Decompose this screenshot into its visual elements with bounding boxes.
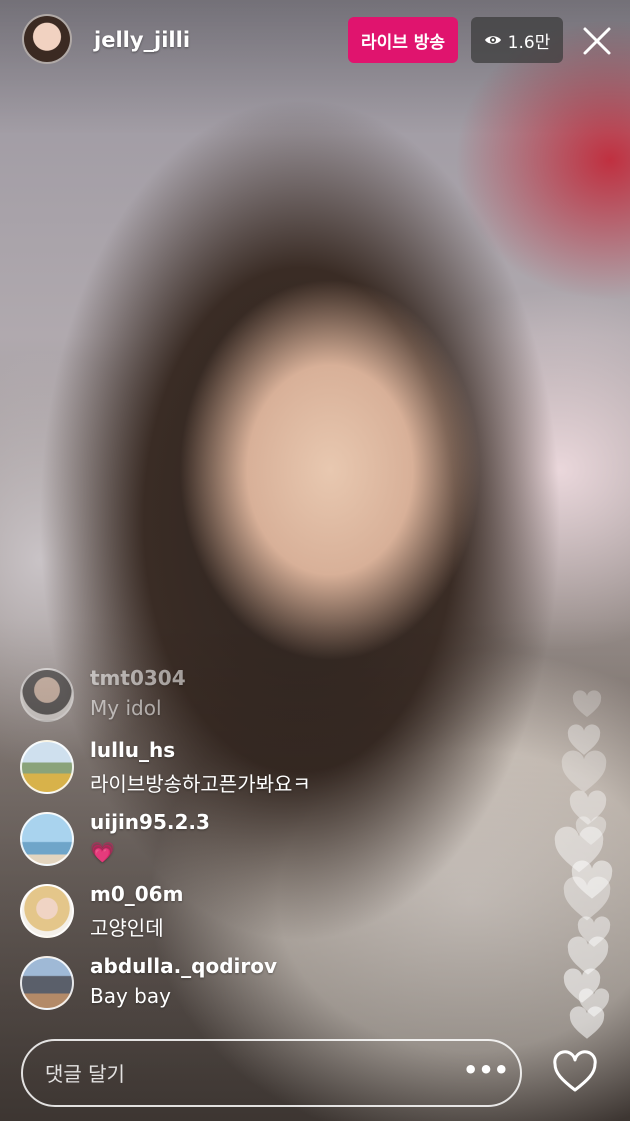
comment-feed: tmt0304 My idol lullu_hs 라이브방송하고픈가봐요ㅋ ui… bbox=[20, 664, 540, 1024]
commenter-username[interactable]: m0_06m bbox=[90, 882, 183, 906]
comment-text: 고양인데 bbox=[90, 916, 164, 940]
floating-hearts bbox=[548, 690, 628, 1050]
commenter-avatar[interactable] bbox=[20, 884, 74, 938]
commenter-username[interactable]: tmt0304 bbox=[90, 666, 186, 690]
comment-item: lullu_hs 라이브방송하고픈가봐요ㅋ bbox=[20, 736, 540, 808]
heart-icon[interactable] bbox=[552, 1050, 598, 1094]
commenter-username[interactable]: lullu_hs bbox=[90, 738, 175, 762]
commenter-avatar[interactable] bbox=[20, 812, 74, 866]
comment-text: My idol bbox=[90, 696, 162, 720]
comment-text: Bay bay bbox=[90, 984, 171, 1008]
viewer-count: 1.6만 bbox=[507, 32, 551, 53]
host-avatar[interactable] bbox=[22, 14, 72, 64]
comment-text: 💗 bbox=[90, 840, 115, 864]
close-icon[interactable] bbox=[578, 22, 616, 60]
commenter-username[interactable]: abdulla._qodirov bbox=[90, 954, 277, 978]
comment-item: m0_06m 고양인데 bbox=[20, 880, 540, 952]
comment-text: 라이브방송하고픈가봐요ㅋ bbox=[90, 772, 311, 796]
floating-heart-icon bbox=[572, 690, 602, 717]
eye-icon bbox=[484, 36, 501, 44]
comment-item: uijin95.2.3 💗 bbox=[20, 808, 540, 880]
live-badge: 라이브 방송 bbox=[348, 17, 458, 63]
commenter-avatar[interactable] bbox=[20, 740, 74, 794]
host-username[interactable]: jelly_jilli bbox=[94, 28, 190, 52]
comment-input[interactable] bbox=[43, 1041, 447, 1107]
commenter-username[interactable]: uijin95.2.3 bbox=[90, 810, 210, 834]
viewer-count-badge[interactable]: 1.6만 bbox=[471, 17, 563, 63]
comment-input-container[interactable]: ••• bbox=[21, 1039, 522, 1107]
floating-heart-icon bbox=[569, 1006, 605, 1039]
commenter-avatar[interactable] bbox=[20, 956, 74, 1010]
comment-item: tmt0304 My idol bbox=[20, 664, 540, 736]
more-options-button[interactable]: ••• bbox=[463, 1058, 509, 1087]
live-badge-label: 라이브 방송 bbox=[360, 32, 446, 53]
commenter-avatar[interactable] bbox=[20, 668, 74, 722]
floating-heart-icon bbox=[561, 750, 607, 793]
live-header: jelly_jilli 라이브 방송 1.6만 bbox=[0, 0, 630, 80]
comment-item: abdulla._qodirov Bay bay bbox=[20, 952, 540, 1024]
